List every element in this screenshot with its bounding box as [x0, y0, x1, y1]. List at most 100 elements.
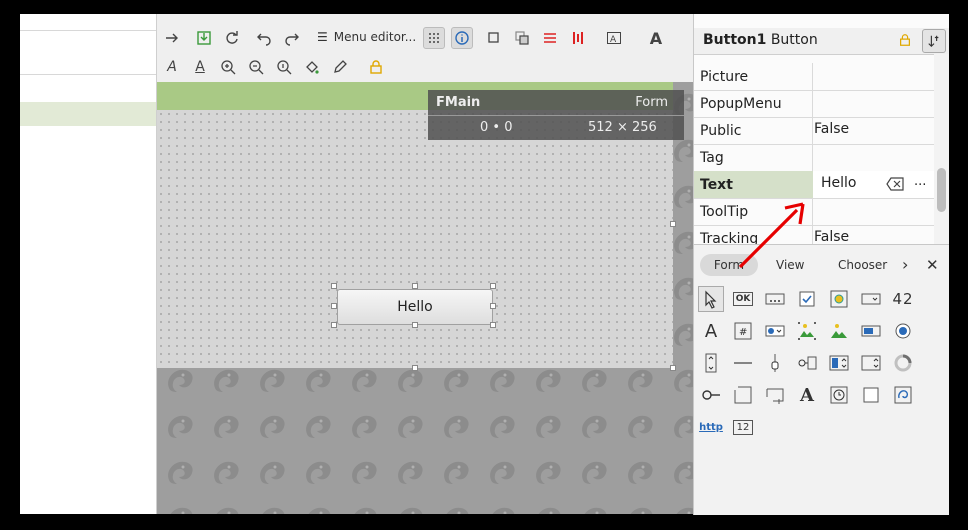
arrow-right-icon[interactable] — [161, 27, 183, 49]
properties-title: Button1 Button — [703, 32, 818, 48]
property-name: ToolTip — [700, 204, 749, 220]
font-box-icon[interactable]: A — [603, 27, 625, 49]
button-resize-handle[interactable] — [412, 283, 418, 289]
ellipsis-tool-icon[interactable] — [762, 286, 788, 312]
property-row-public[interactable]: Public False — [694, 117, 934, 145]
property-row-picture[interactable]: Picture — [694, 63, 934, 91]
form-resize-handle[interactable] — [412, 365, 418, 371]
pointer-icon[interactable] — [698, 286, 724, 312]
property-row-tracking[interactable]: Tracking False — [694, 225, 934, 244]
property-value[interactable]: False — [814, 229, 849, 244]
text-box-icon[interactable] — [858, 350, 884, 376]
spin-box-icon[interactable] — [826, 350, 852, 376]
button-tool-icon[interactable]: OK — [730, 286, 756, 312]
save-icon[interactable] — [193, 27, 215, 49]
pencil-icon[interactable] — [329, 56, 351, 78]
button-resize-handle[interactable] — [490, 322, 496, 328]
property-name: Picture — [700, 69, 749, 85]
refresh-icon[interactable] — [221, 27, 243, 49]
url-label-icon[interactable]: http — [698, 414, 724, 440]
grid-icon[interactable] — [423, 27, 445, 49]
lock-icon[interactable] — [898, 32, 912, 52]
info-icon[interactable] — [451, 27, 473, 49]
close-icon[interactable]: ✕ — [926, 254, 939, 276]
separator-icon[interactable] — [730, 350, 756, 376]
menu-editor-button[interactable]: ☰ Menu editor... — [317, 30, 416, 44]
property-name: Public — [700, 123, 742, 139]
tab-view[interactable]: View — [776, 254, 804, 276]
slider-box-icon[interactable] — [794, 350, 820, 376]
button-resize-handle[interactable] — [412, 322, 418, 328]
property-row-tag[interactable]: Tag — [694, 144, 934, 172]
grid-view-icon[interactable]: # — [730, 318, 756, 344]
property-value[interactable]: Hello — [821, 175, 857, 191]
button-resize-handle[interactable] — [331, 322, 337, 328]
property-name: Tag — [700, 150, 724, 166]
font-icon[interactable]: A — [645, 27, 667, 49]
slider-icon[interactable] — [762, 350, 788, 376]
property-row-tooltip[interactable]: ToolTip — [694, 198, 934, 226]
checkbox-icon[interactable] — [794, 286, 820, 312]
ok-label: OK — [732, 292, 754, 306]
tab-form[interactable]: Form — [700, 254, 758, 276]
progress-bar-icon[interactable] — [858, 318, 884, 344]
zoom-normal-icon[interactable] — [273, 56, 295, 78]
menu-icon: ☰ — [317, 30, 328, 44]
fill-icon[interactable] — [301, 56, 323, 78]
italic-icon[interactable]: A — [161, 56, 183, 78]
properties-header: Button1 Button — [694, 28, 949, 55]
combobox-icon[interactable] — [858, 286, 884, 312]
image-combo-icon[interactable] — [762, 318, 788, 344]
sort-icon[interactable] — [922, 29, 946, 53]
lcd-label-icon[interactable]: 42 — [890, 286, 916, 312]
timer-icon[interactable] — [826, 382, 852, 408]
property-value[interactable]: False — [814, 121, 849, 137]
control-type: Button — [770, 32, 818, 48]
spinner-icon[interactable] — [890, 350, 916, 376]
underline-icon[interactable]: A — [189, 56, 211, 78]
movie-box-icon[interactable] — [890, 382, 916, 408]
form-kind: Form — [635, 95, 668, 110]
scrollbar-thumb[interactable] — [937, 168, 946, 212]
text-view-icon[interactable]: A — [794, 382, 820, 408]
tree-divider — [20, 30, 156, 31]
button-resize-handle[interactable] — [331, 303, 337, 309]
tab-chooser[interactable]: Chooser — [838, 254, 887, 276]
radio-button-icon[interactable] — [890, 318, 916, 344]
ellipsis-button[interactable]: ... — [914, 174, 926, 189]
align-horizontal-icon[interactable] — [567, 27, 589, 49]
form-resize-handle[interactable] — [670, 365, 676, 371]
scrollbar-tool-icon[interactable] — [698, 350, 724, 376]
bring-front-icon[interactable] — [483, 27, 505, 49]
color-button-icon[interactable] — [826, 286, 852, 312]
property-row-popupmenu[interactable]: PopupMenu — [694, 90, 934, 118]
zoom-out-icon[interactable] — [245, 56, 267, 78]
clear-icon[interactable] — [886, 177, 904, 195]
properties-scrollbar[interactable] — [934, 54, 949, 244]
button-resize-handle[interactable] — [490, 283, 496, 289]
form-canvas[interactable] — [157, 110, 673, 368]
panel-icon[interactable] — [858, 382, 884, 408]
lock-icon[interactable] — [365, 56, 387, 78]
value-box-icon[interactable]: 12 — [730, 414, 756, 440]
hello-button[interactable]: Hello — [337, 289, 493, 325]
tooltip-divider — [428, 115, 684, 116]
tree-selected-item[interactable] — [20, 102, 156, 126]
button-resize-handle[interactable] — [331, 283, 337, 289]
switch-icon[interactable] — [698, 382, 724, 408]
chevron-right-icon[interactable]: › — [902, 254, 908, 276]
zoom-in-icon[interactable] — [217, 56, 239, 78]
icon-view-icon[interactable] — [794, 318, 820, 344]
button-resize-handle[interactable] — [490, 303, 496, 309]
form-position: 0 • 0 — [480, 120, 513, 135]
label-icon[interactable]: A — [698, 318, 724, 344]
property-row-text[interactable]: Text Hello ... — [694, 171, 934, 199]
picture-box-icon[interactable] — [826, 318, 852, 344]
redo-icon[interactable] — [281, 27, 303, 49]
align-vertical-icon[interactable] — [539, 27, 561, 49]
text-label-icon[interactable] — [762, 382, 788, 408]
frame-icon[interactable] — [730, 382, 756, 408]
form-resize-handle[interactable] — [670, 221, 676, 227]
undo-icon[interactable] — [253, 27, 275, 49]
send-back-icon[interactable] — [511, 27, 533, 49]
